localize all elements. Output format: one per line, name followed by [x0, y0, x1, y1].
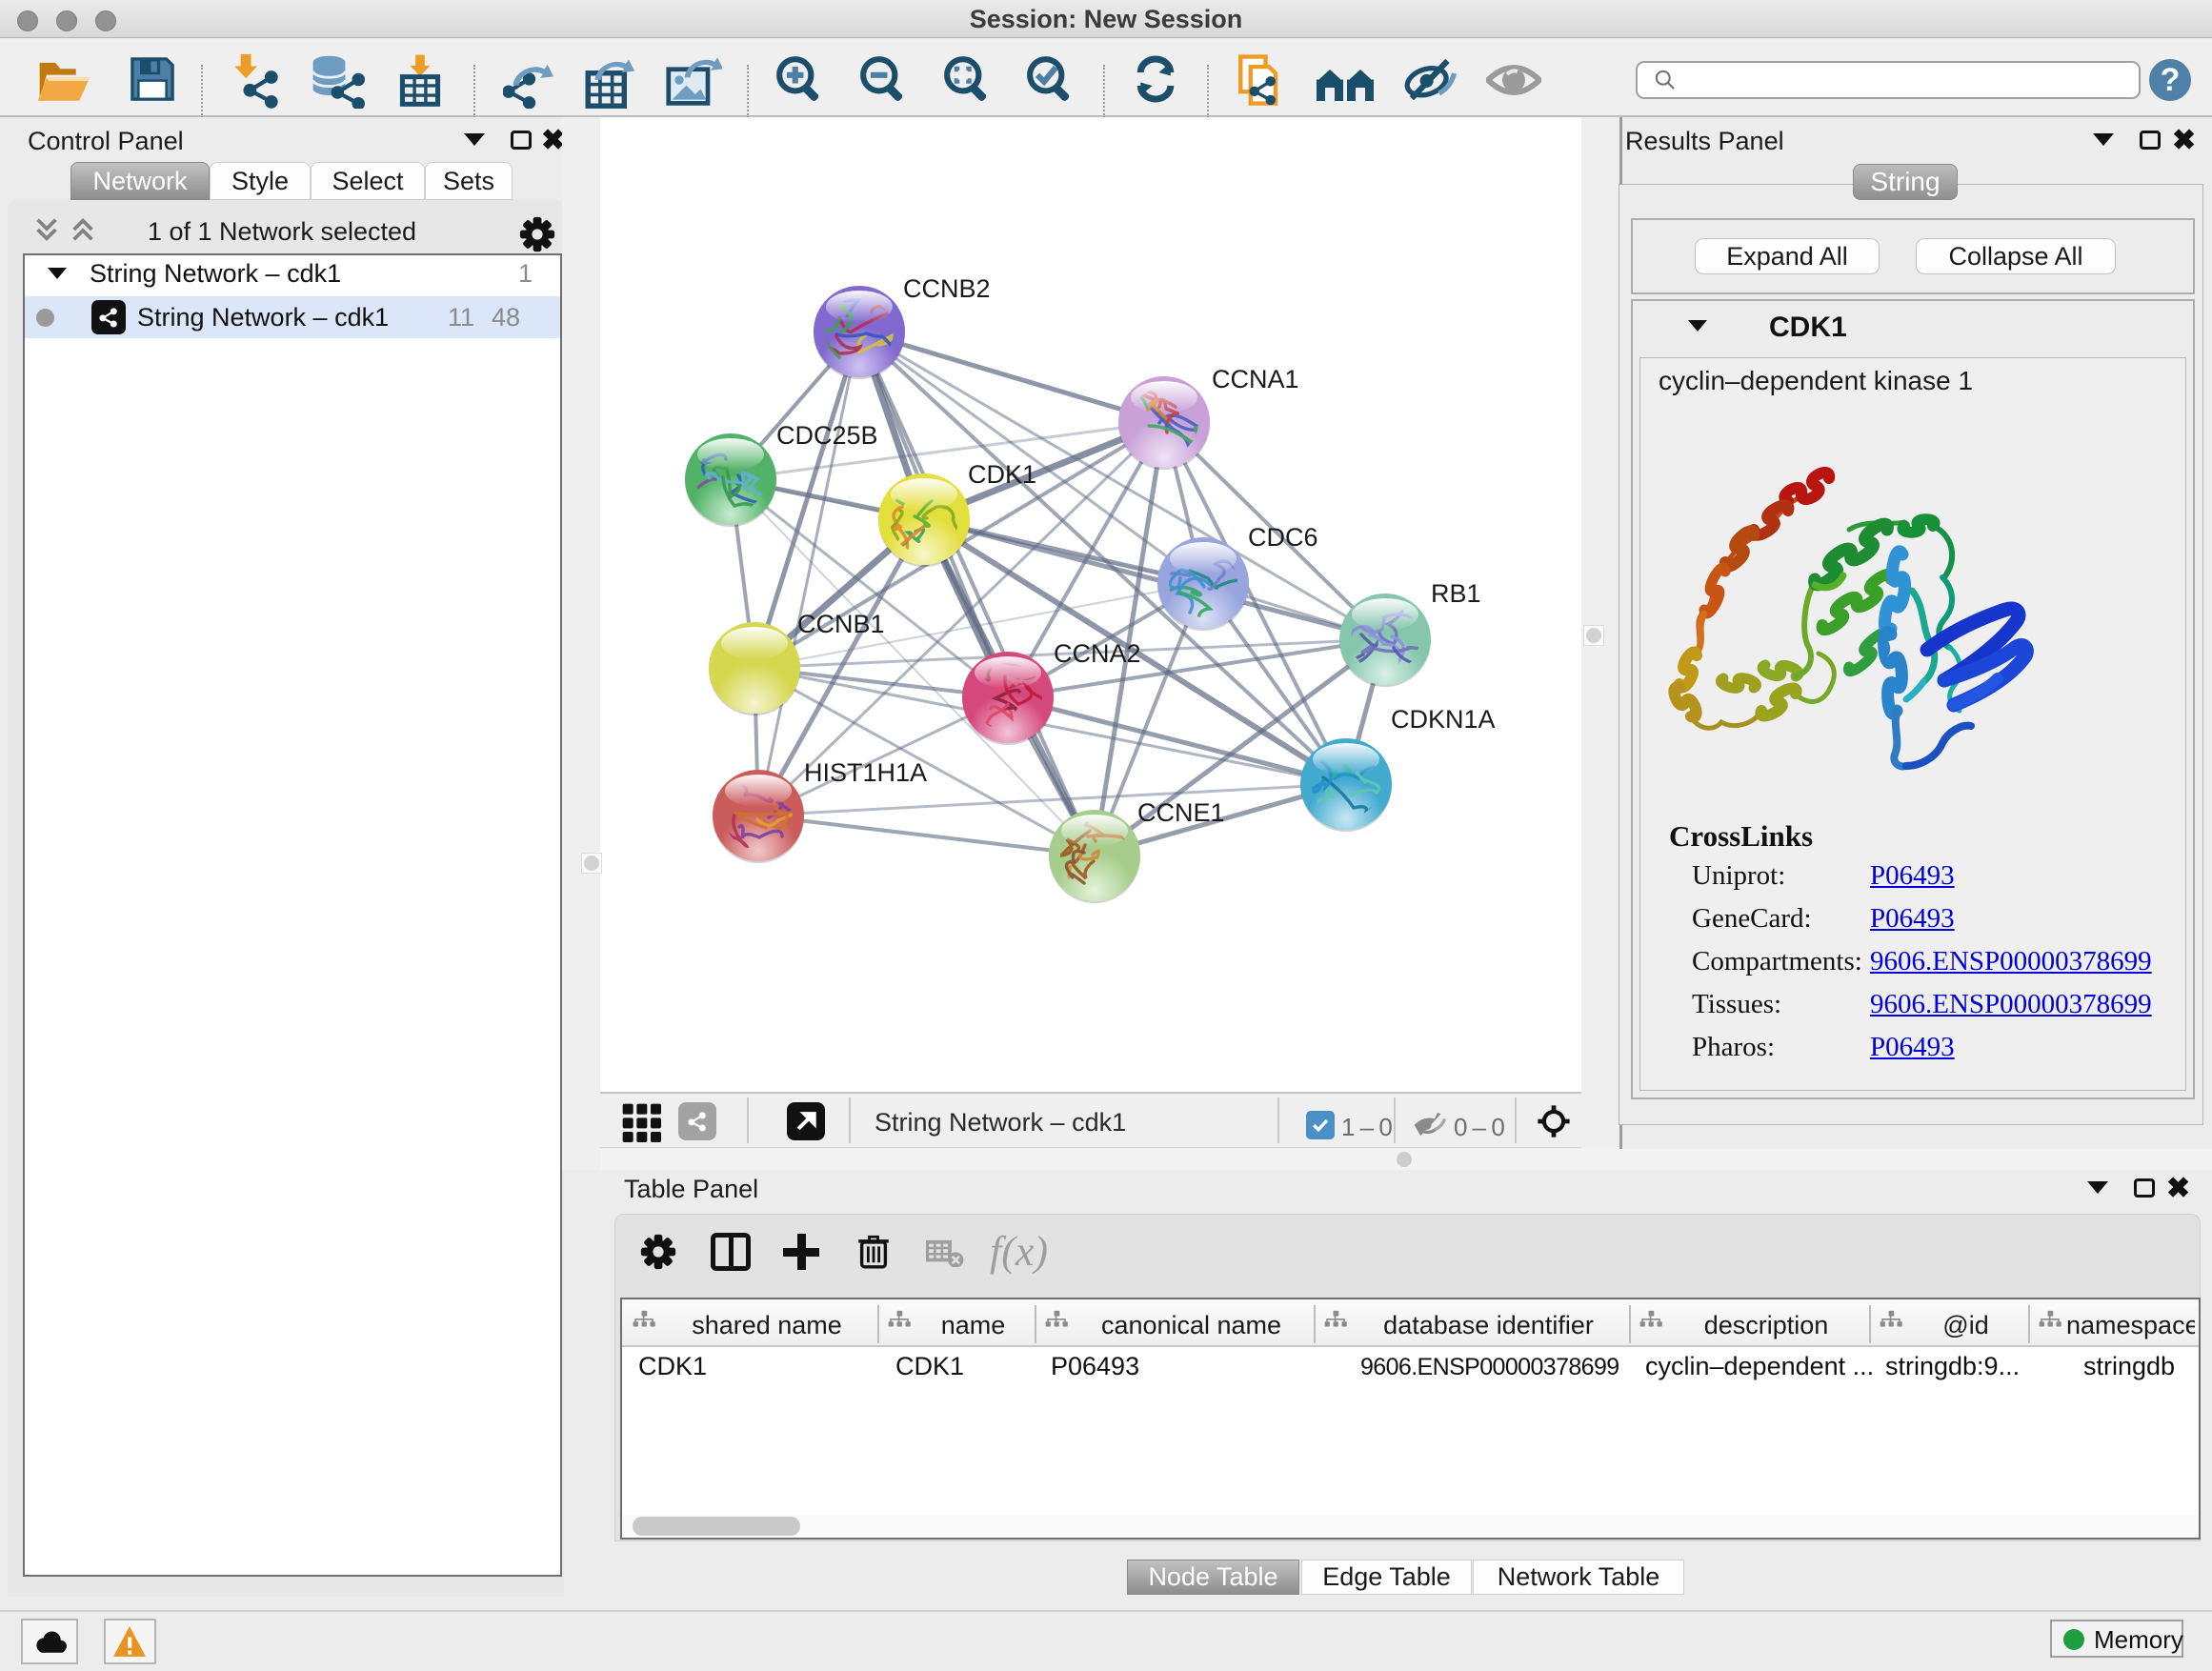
svg-text:CDKN1A: CDKN1A [1391, 705, 1496, 734]
svg-text:CCNB1: CCNB1 [797, 610, 885, 638]
svg-text:CCNA1: CCNA1 [1212, 365, 1299, 393]
svg-text:CCNA2: CCNA2 [1054, 639, 1141, 668]
svg-text:RB1: RB1 [1431, 579, 1481, 608]
svg-text:CCNE1: CCNE1 [1137, 798, 1225, 827]
svg-text:CCNB2: CCNB2 [903, 274, 991, 303]
svg-text:CDC25B: CDC25B [776, 421, 878, 450]
svg-text:CDK1: CDK1 [968, 460, 1036, 489]
svg-text:CDC6: CDC6 [1248, 523, 1318, 552]
svg-text:HIST1H1A: HIST1H1A [804, 758, 927, 787]
